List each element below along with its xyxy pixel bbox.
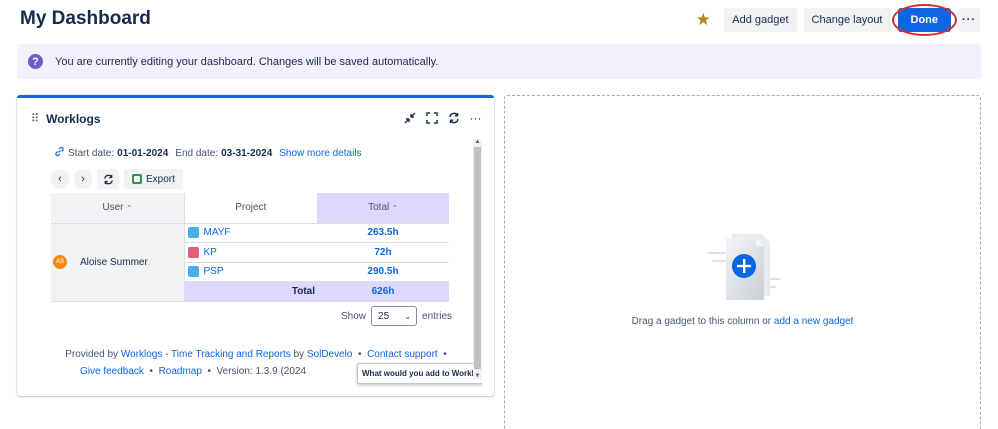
question-icon: ? bbox=[28, 54, 43, 69]
column-header-total[interactable]: Total ⌃ bbox=[317, 193, 449, 224]
add-new-gadget-link[interactable]: add a new gadget bbox=[774, 316, 854, 327]
minimize-icon[interactable] bbox=[403, 112, 416, 126]
show-label: Show bbox=[341, 310, 367, 322]
start-date-value: 01-01-2024 bbox=[117, 147, 169, 159]
worklogs-toolbar: ‹ › Export bbox=[51, 169, 183, 189]
header-actions: ★ Add gadget Change layout Done ··· bbox=[693, 4, 980, 36]
roadmap-link[interactable]: Roadmap bbox=[159, 366, 202, 377]
show-more-details-link[interactable]: Show more details bbox=[279, 148, 361, 159]
sort-icon: ⌃ bbox=[126, 205, 133, 213]
link-icon[interactable] bbox=[54, 146, 65, 160]
gadget-header: ⠿ Worklogs ··· bbox=[17, 98, 494, 139]
previous-period-button[interactable]: ‹ bbox=[51, 169, 69, 189]
vendor-link[interactable]: SolDevelo bbox=[307, 349, 353, 360]
column-header-user[interactable]: User ⌃ bbox=[51, 193, 184, 224]
scroll-up-icon[interactable]: ▲ bbox=[473, 139, 482, 145]
end-date-value: 03-31-2024 bbox=[221, 147, 273, 159]
grand-total[interactable]: 626h bbox=[317, 281, 449, 302]
gadget-more-icon[interactable]: ··· bbox=[469, 112, 482, 126]
export-button[interactable]: Export bbox=[124, 169, 183, 189]
chevron-down-icon: ⌄ bbox=[404, 311, 412, 321]
project-link-psp[interactable]: PSP bbox=[204, 266, 224, 277]
give-feedback-link[interactable]: Give feedback bbox=[80, 366, 144, 377]
project-cell: PSP bbox=[183, 262, 317, 282]
banner-text: You are currently editing your dashboard… bbox=[55, 55, 439, 68]
gadget-title: Worklogs bbox=[46, 111, 101, 126]
page-size-value: 25 bbox=[378, 310, 390, 322]
version-text: Version: 1.3.9 (2024 bbox=[216, 366, 307, 377]
total-label: Total bbox=[184, 281, 317, 302]
project-link-mayf[interactable]: MAYF bbox=[204, 227, 231, 238]
total-cell[interactable]: 263.5h bbox=[317, 223, 449, 243]
project-avatar-icon bbox=[187, 227, 199, 239]
user-name: Aloise Summer bbox=[80, 256, 148, 268]
sort-icon: ⌃ bbox=[392, 205, 398, 213]
fullscreen-icon[interactable] bbox=[425, 112, 438, 126]
scroll-thumb[interactable] bbox=[474, 147, 481, 369]
worklogs-gadget: ⠿ Worklogs ··· Start date: 01-01-2024 En… bbox=[17, 95, 494, 396]
app-link[interactable]: Worklogs - Time Tracking and Reports bbox=[121, 349, 291, 360]
total-cell[interactable]: 72h bbox=[317, 242, 449, 263]
gadget-scrollbar[interactable]: ▲ ▼ bbox=[473, 139, 482, 379]
refresh-icon[interactable] bbox=[447, 112, 460, 126]
column-header-project: Project bbox=[183, 193, 317, 224]
start-date-label: Start date: bbox=[68, 147, 115, 159]
worklogs-table: User ⌃ Project Total ⌃ AS Aloise Summer bbox=[51, 193, 449, 302]
gadget-controls: ··· bbox=[403, 112, 482, 126]
total-cell[interactable]: 290.5h bbox=[317, 262, 449, 282]
date-range: Start date: 01-01-2024 End date: 03-31-2… bbox=[54, 146, 362, 160]
done-button[interactable]: Done bbox=[891, 4, 957, 36]
next-period-button[interactable]: › bbox=[74, 169, 92, 189]
project-avatar-icon bbox=[187, 266, 199, 278]
feedback-tooltip[interactable]: What would you add to Worklogs? bbox=[357, 363, 482, 384]
change-layout-button[interactable]: Change layout bbox=[803, 8, 891, 32]
edit-mode-banner: ? You are currently editing your dashboa… bbox=[17, 44, 981, 79]
drop-hint-text: Drag a gadget to this column or bbox=[631, 316, 772, 327]
avatar: AS bbox=[53, 255, 67, 270]
more-actions-button[interactable]: ··· bbox=[958, 8, 980, 32]
drag-handle-icon[interactable]: ⠿ bbox=[31, 112, 39, 125]
page-size-select[interactable]: 25 ⌄ bbox=[371, 306, 418, 326]
end-date-label: End date: bbox=[175, 147, 219, 159]
user-cell: AS Aloise Summer bbox=[51, 223, 184, 302]
project-cell: MAYF bbox=[183, 223, 317, 243]
project-link-kp[interactable]: KP bbox=[204, 247, 217, 258]
contact-support-link[interactable]: Contact support bbox=[367, 349, 438, 360]
by-text: by bbox=[293, 349, 305, 360]
spreadsheet-icon bbox=[132, 174, 142, 184]
add-gadget-button[interactable]: Add gadget bbox=[724, 8, 797, 32]
gadget-body: Start date: 01-01-2024 End date: 03-31-2… bbox=[51, 139, 482, 389]
entries-label: entries bbox=[422, 310, 453, 322]
export-label: Export bbox=[146, 173, 175, 185]
provided-by-text: Provided by bbox=[65, 349, 119, 360]
empty-gadget-column[interactable]: Drag a gadget to this column or add a ne… bbox=[504, 95, 981, 429]
table-row: AS Aloise Summer MAYF 263.5h bbox=[51, 223, 449, 302]
reload-button[interactable] bbox=[97, 169, 119, 189]
project-avatar-icon bbox=[187, 246, 199, 258]
drop-hint: Drag a gadget to this column or add a ne… bbox=[505, 316, 980, 327]
page-title: My Dashboard bbox=[20, 8, 151, 29]
project-cell: KP bbox=[183, 242, 317, 263]
page-size-control: Show 25 ⌄ entries bbox=[341, 306, 452, 326]
star-icon[interactable]: ★ bbox=[693, 10, 713, 30]
add-gadget-illustration-icon bbox=[708, 234, 780, 300]
scroll-down-icon[interactable]: ▼ bbox=[473, 373, 482, 379]
